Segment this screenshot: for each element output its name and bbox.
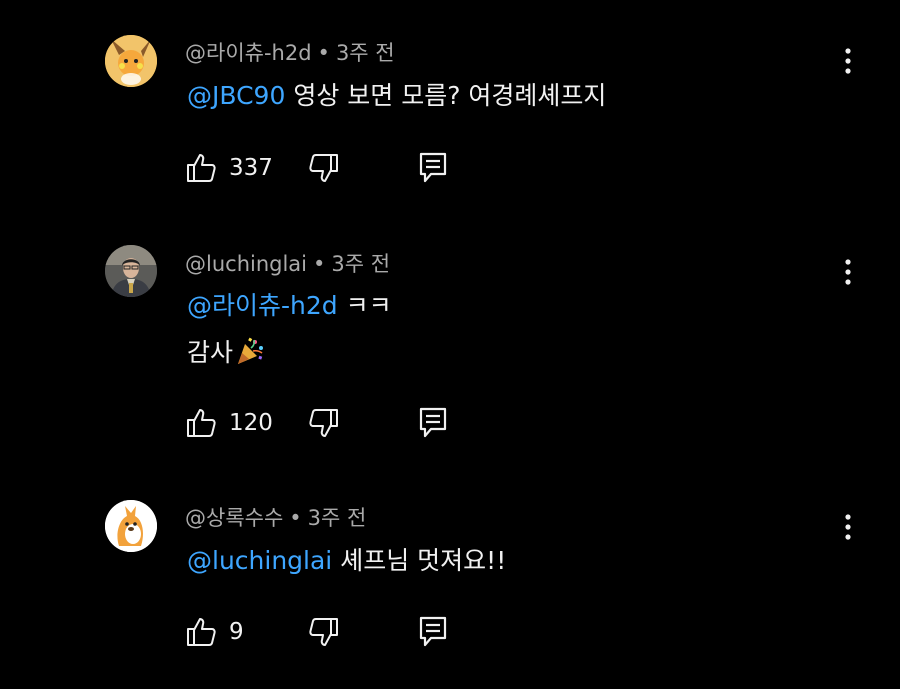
mention-link[interactable]: @JBC90 (187, 81, 285, 110)
comment-time: 3주 전 (335, 41, 395, 65)
comment-body-text: 영상 보면 모름? 여경례셰프지 (293, 81, 607, 110)
raichu-avatar-icon (105, 35, 157, 87)
dislike-button[interactable] (308, 152, 340, 184)
like-button[interactable]: 337 (185, 152, 273, 184)
dislike-button[interactable] (308, 616, 340, 648)
like-count: 337 (229, 155, 273, 181)
comment-body-text: ㅋㅋ (345, 291, 392, 320)
comment-meta: @라이츄-h2d • 3주 전 (185, 40, 395, 66)
thumbs-down-icon (309, 154, 338, 182)
like-button[interactable]: 9 (185, 616, 244, 648)
comment-body-text: 셰프님 멋져요!! (340, 546, 507, 575)
comment-body-text: 감사 (187, 338, 234, 367)
comment-author[interactable]: @luchinglai (185, 252, 307, 276)
reply-icon (419, 152, 447, 183)
comment-author[interactable]: @라이츄-h2d (185, 41, 312, 65)
comment-time: 3주 전 (307, 506, 367, 530)
avatar[interactable] (105, 500, 157, 552)
reply-button[interactable] (418, 152, 448, 184)
thumbs-down-icon (309, 409, 338, 437)
mention-link[interactable]: @luchinglai (187, 546, 332, 575)
reply-button[interactable] (418, 407, 448, 439)
like-button[interactable]: 120 (185, 407, 273, 439)
like-count: 120 (229, 410, 273, 436)
meta-separator: • (317, 41, 330, 65)
meta-separator: • (289, 506, 302, 530)
thumbs-up-icon (187, 618, 216, 646)
mention-link[interactable]: @라이츄-h2d (187, 291, 338, 320)
dislike-button[interactable] (308, 407, 340, 439)
comment-text: @라이츄-h2d ㅋㅋ (187, 290, 392, 322)
thumbs-up-icon (187, 409, 216, 437)
avatar[interactable] (105, 35, 157, 87)
person-photo-icon (105, 245, 157, 297)
comment-text: @JBC90 영상 보면 모름? 여경례셰프지 (187, 80, 606, 112)
cartoon-animal-icon (105, 500, 157, 552)
comment-text: @luchinglai 셰프님 멋져요!! (187, 545, 506, 577)
comment-time: 3주 전 (331, 252, 391, 276)
meta-separator: • (313, 252, 326, 276)
comment-text-line2: 감사 (187, 336, 265, 374)
comment-meta: @luchinglai • 3주 전 (185, 251, 390, 277)
more-vert-icon[interactable] (836, 511, 860, 543)
comment-author[interactable]: @상록수수 (185, 506, 283, 530)
like-count: 9 (229, 619, 244, 645)
reply-icon (419, 616, 447, 647)
thumbs-up-icon (187, 154, 216, 182)
comment-meta: @상록수수 • 3주 전 (185, 505, 366, 531)
reply-icon (419, 407, 447, 438)
party-popper-icon (235, 336, 265, 374)
reply-button[interactable] (418, 616, 448, 648)
more-vert-icon[interactable] (836, 45, 860, 77)
thumbs-down-icon (309, 618, 338, 646)
more-vert-icon[interactable] (836, 256, 860, 288)
avatar[interactable] (105, 245, 157, 297)
